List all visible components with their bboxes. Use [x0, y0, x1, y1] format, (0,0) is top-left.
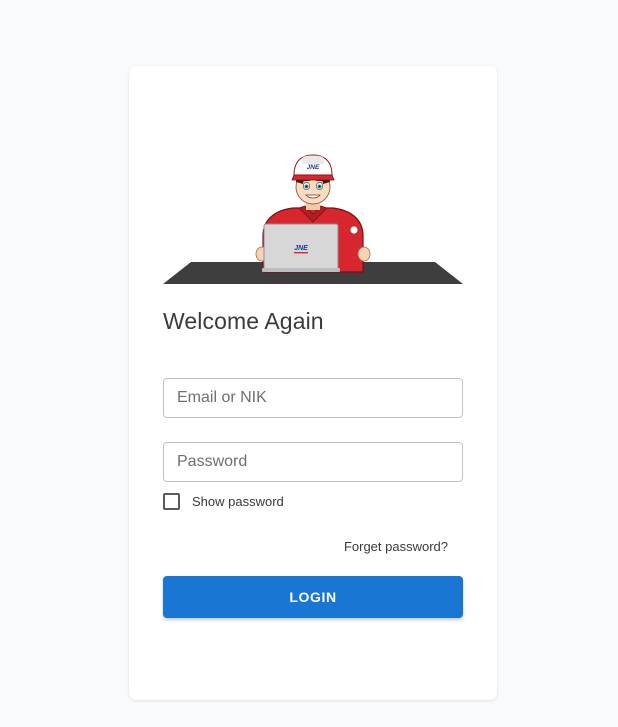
- login-button[interactable]: LOGIN: [163, 576, 463, 618]
- courier-illustration: JNE JNE: [163, 154, 463, 284]
- show-password-label: Show password: [192, 494, 284, 509]
- email-input[interactable]: [163, 378, 463, 418]
- page-title: Welcome Again: [163, 308, 324, 334]
- password-input[interactable]: [163, 442, 463, 482]
- show-password-toggle[interactable]: Show password: [163, 493, 284, 510]
- cap-logo: JNE: [307, 164, 320, 171]
- show-password-checkbox[interactable]: [163, 493, 180, 510]
- login-card: JNE JNE Welcome Again Show password Forg…: [129, 66, 497, 700]
- forget-password-link[interactable]: Forget password?: [344, 539, 448, 554]
- laptop-logo: JNE: [294, 245, 308, 252]
